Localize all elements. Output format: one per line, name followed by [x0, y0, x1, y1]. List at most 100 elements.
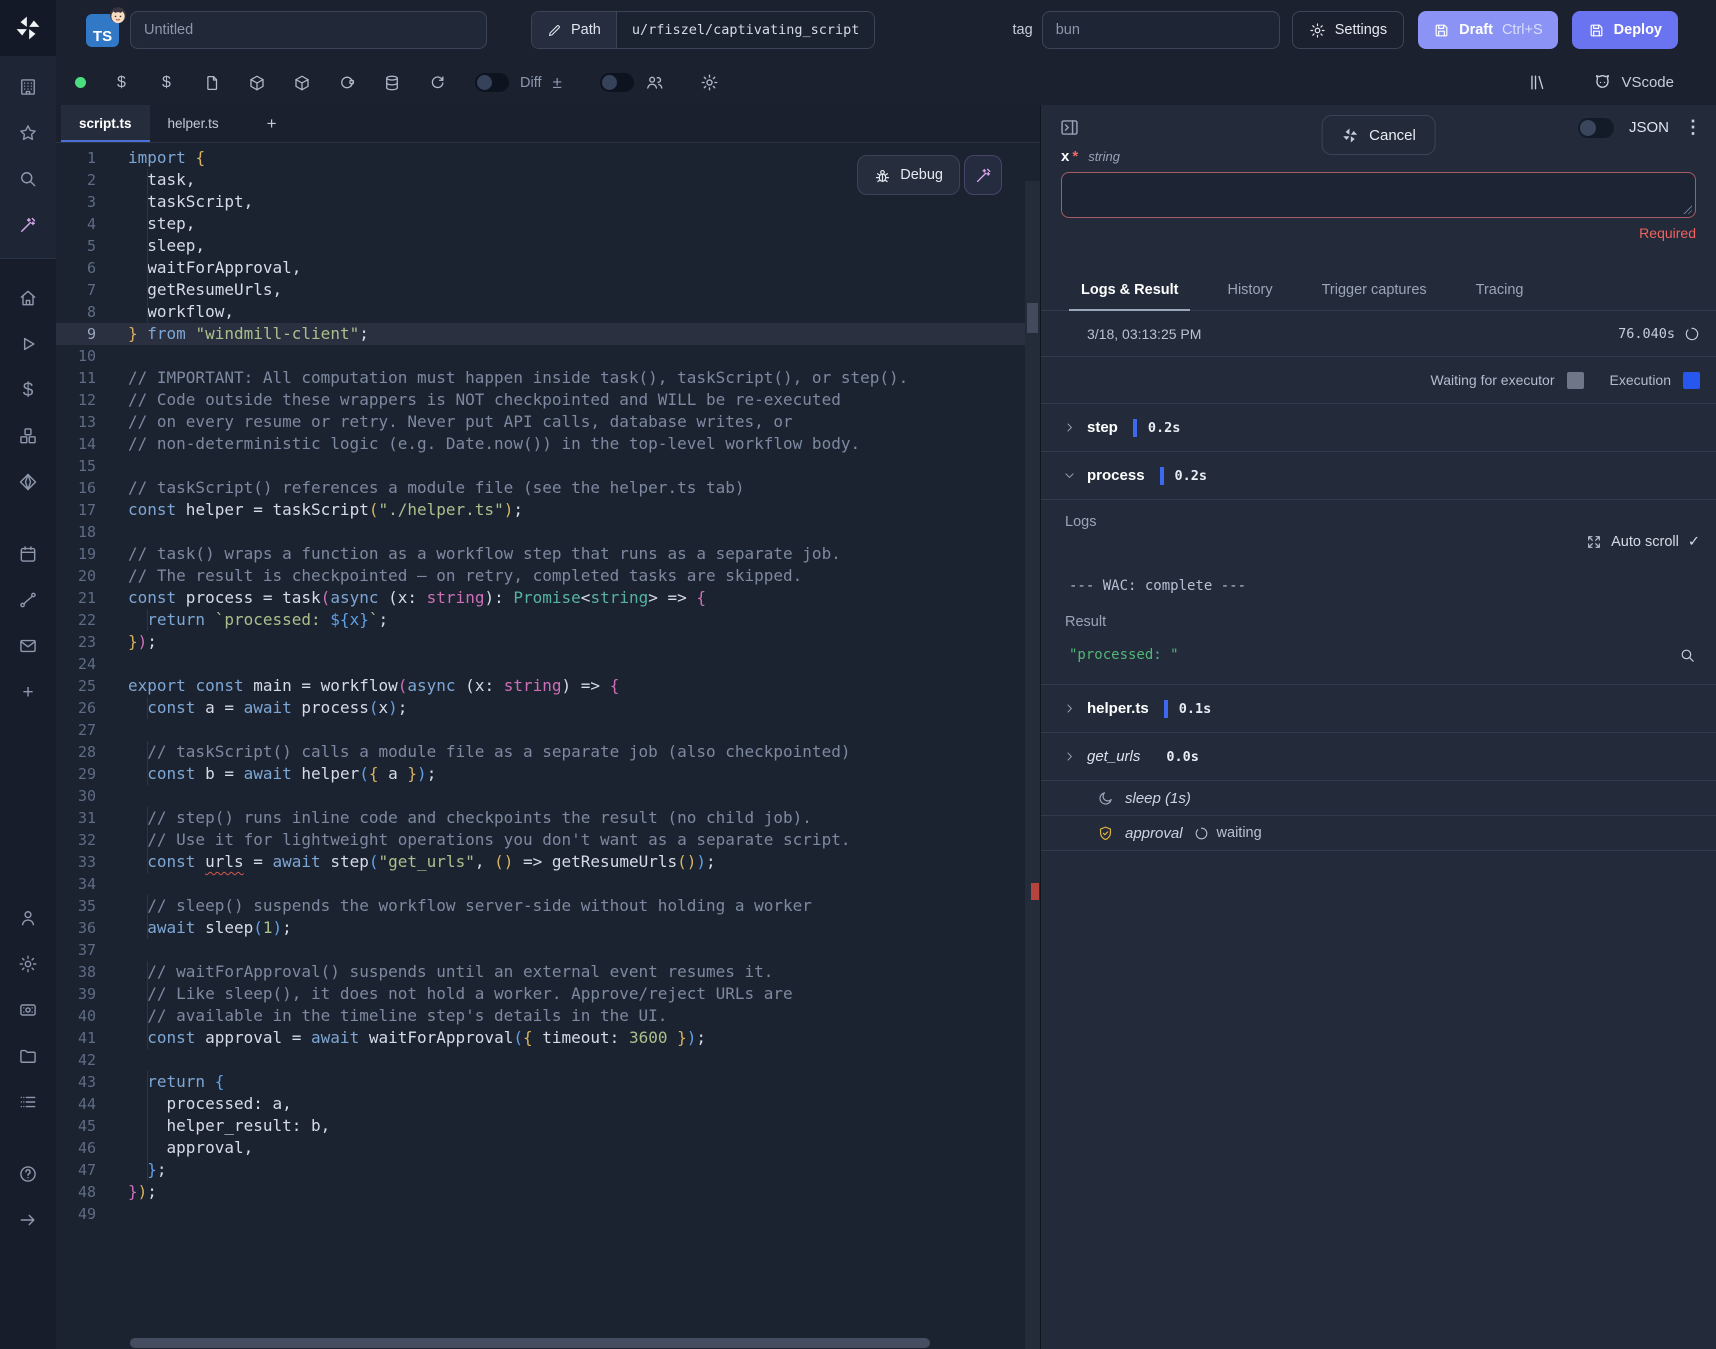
- code-line-49[interactable]: 49: [56, 1203, 1040, 1225]
- code-line-46[interactable]: 46 approval,: [56, 1137, 1040, 1159]
- sidebar-item-runs-play[interactable]: [10, 333, 46, 355]
- sidebar-item-resources-boxes[interactable]: [10, 425, 46, 447]
- x-input-textarea[interactable]: [1061, 172, 1696, 218]
- path-group[interactable]: Path u/rfiszel/captivating_script: [531, 11, 875, 49]
- code-line-28[interactable]: 28 // taskScript() calls a module file a…: [56, 741, 1040, 763]
- sidebar-item-folders[interactable]: [10, 1045, 46, 1067]
- code-line-10[interactable]: 10: [56, 345, 1040, 367]
- deploy-button[interactable]: Deploy: [1572, 11, 1678, 49]
- scrollbar-thumb[interactable]: [1027, 303, 1038, 333]
- run-summary-row[interactable]: 3/18, 03:13:25 PM 76.040s: [1041, 311, 1716, 357]
- dollar-icon[interactable]: $: [99, 74, 144, 92]
- sidebar-item-home[interactable]: [10, 287, 46, 309]
- sidebar-item-create-plus[interactable]: +: [10, 681, 46, 703]
- timeline-step-step[interactable]: step0.2s: [1041, 404, 1716, 452]
- editor-horizontal-scrollbar[interactable]: [130, 1338, 930, 1348]
- refresh-icon[interactable]: [414, 74, 459, 92]
- code-line-29[interactable]: 29 const b = await helper({ a });: [56, 763, 1040, 785]
- sidebar-item-favorites-star[interactable]: [10, 122, 46, 144]
- code-line-19[interactable]: 19// task() wraps a function as a workfl…: [56, 543, 1040, 565]
- code-line-25[interactable]: 25export const main = workflow(async (x:…: [56, 675, 1040, 697]
- timeline-substep-sleeps[interactable]: sleep (1s): [1041, 781, 1716, 816]
- package-alt-icon[interactable]: [279, 74, 324, 92]
- code-line-24[interactable]: 24: [56, 653, 1040, 675]
- tag-input[interactable]: [1042, 11, 1280, 49]
- circle-notch-icon[interactable]: [324, 74, 369, 92]
- run-panel-tab-trigger-captures[interactable]: Trigger captures: [1320, 271, 1429, 310]
- code-line-42[interactable]: 42: [56, 1049, 1040, 1071]
- panel-collapse-icon[interactable]: [1059, 117, 1080, 138]
- code-line-17[interactable]: 17const helper = taskScript("./helper.ts…: [56, 499, 1040, 521]
- code-line-39[interactable]: 39 // Like sleep(), it does not hold a w…: [56, 983, 1040, 1005]
- code-line-20[interactable]: 20// The result is checkpointed — on ret…: [56, 565, 1040, 587]
- code-area[interactable]: 1import {2 task,3 taskScript,4 step,5 sl…: [56, 143, 1040, 1349]
- kebab-menu-icon[interactable]: ⋮: [1684, 117, 1698, 138]
- database-icon[interactable]: [369, 74, 414, 92]
- code-line-37[interactable]: 37: [56, 939, 1040, 961]
- code-line-11[interactable]: 11// IMPORTANT: All computation must hap…: [56, 367, 1040, 389]
- sidebar-item-workers-card[interactable]: [10, 999, 46, 1021]
- collab-toggle[interactable]: [600, 73, 634, 92]
- timeline-step-get_urls[interactable]: get_urls0.0s: [1041, 733, 1716, 781]
- code-line-13[interactable]: 13// on every resume or retry. Never put…: [56, 411, 1040, 433]
- sidebar-item-search[interactable]: [10, 168, 46, 190]
- timeline-step-helper.ts[interactable]: helper.ts0.1s: [1041, 685, 1716, 733]
- sidebar-item-schedules-calendar[interactable]: [10, 543, 46, 565]
- dollar-alt-icon[interactable]: $: [144, 74, 189, 92]
- code-line-38[interactable]: 38 // waitForApproval() suspends until a…: [56, 961, 1040, 983]
- run-panel-tab-history[interactable]: History: [1225, 271, 1274, 310]
- code-line-5[interactable]: 5 sleep,: [56, 235, 1040, 257]
- code-line-40[interactable]: 40 // available in the timeline step's d…: [56, 1005, 1040, 1027]
- library-icon[interactable]: [1528, 73, 1547, 92]
- code-line-22[interactable]: 22 return `processed: ${x}`;: [56, 609, 1040, 631]
- expand-icon[interactable]: [1586, 534, 1602, 550]
- code-line-4[interactable]: 4 step,: [56, 213, 1040, 235]
- diff-plusminus-icon[interactable]: ±: [553, 73, 562, 93]
- result-search-icon[interactable]: [1672, 640, 1702, 670]
- diff-toggle[interactable]: [475, 73, 509, 92]
- tab-script.ts[interactable]: script.ts: [61, 105, 150, 142]
- code-line-9[interactable]: 9} from "windmill-client";: [56, 323, 1040, 345]
- settings-button[interactable]: Settings: [1292, 11, 1404, 49]
- sidebar-item-workspace-building[interactable]: [10, 76, 46, 98]
- editor-settings-gear-icon[interactable]: [700, 73, 719, 92]
- sidebar-item-assets-diamond[interactable]: [10, 471, 46, 493]
- code-line-6[interactable]: 6 waitForApproval,: [56, 257, 1040, 279]
- script-name-input[interactable]: [130, 11, 487, 49]
- code-line-45[interactable]: 45 helper_result: b,: [56, 1115, 1040, 1137]
- code-line-8[interactable]: 8 workflow,: [56, 301, 1040, 323]
- autoscroll-control[interactable]: Auto scroll ✓: [1041, 534, 1716, 550]
- run-panel-tab-tracing[interactable]: Tracing: [1474, 271, 1526, 310]
- code-line-48[interactable]: 48});: [56, 1181, 1040, 1203]
- ai-wand-button[interactable]: [964, 155, 1002, 195]
- code-line-7[interactable]: 7 getResumeUrls,: [56, 279, 1040, 301]
- code-line-47[interactable]: 47 };: [56, 1159, 1040, 1181]
- code-line-44[interactable]: 44 processed: a,: [56, 1093, 1040, 1115]
- sidebar-item-triggers-mail[interactable]: [10, 635, 46, 657]
- code-line-36[interactable]: 36 await sleep(1);: [56, 917, 1040, 939]
- add-tab-button[interactable]: +: [251, 105, 293, 142]
- code-line-31[interactable]: 31 // step() runs inline code and checkp…: [56, 807, 1040, 829]
- cancel-button[interactable]: Cancel: [1321, 115, 1436, 155]
- timeline-substep-approval[interactable]: approvalwaiting: [1041, 816, 1716, 851]
- editor-vertical-scrollbar[interactable]: [1025, 181, 1040, 1349]
- sidebar-item-help[interactable]: [10, 1163, 46, 1185]
- sidebar-item-apps-grid[interactable]: [10, 1091, 46, 1113]
- sidebar-item-variables-dollar[interactable]: $: [10, 379, 46, 401]
- code-line-34[interactable]: 34: [56, 873, 1040, 895]
- code-line-21[interactable]: 21const process = task(async (x: string)…: [56, 587, 1040, 609]
- sidebar-item-workspace-settings-gear[interactable]: [10, 953, 46, 975]
- code-line-15[interactable]: 15: [56, 455, 1040, 477]
- sidebar-item-collapse-sidebar-arrow[interactable]: [10, 1209, 46, 1231]
- vscode-button[interactable]: VScode: [1593, 73, 1674, 92]
- code-line-27[interactable]: 27: [56, 719, 1040, 741]
- code-line-16[interactable]: 16// taskScript() references a module fi…: [56, 477, 1040, 499]
- path-edit-button[interactable]: Path: [532, 12, 616, 48]
- file-icon[interactable]: [189, 74, 234, 92]
- windmill-logo[interactable]: [0, 0, 56, 56]
- code-line-32[interactable]: 32 // Use it for lightweight operations …: [56, 829, 1040, 851]
- code-line-23[interactable]: 23});: [56, 631, 1040, 653]
- tab-helper.ts[interactable]: helper.ts: [150, 105, 237, 142]
- package-icon[interactable]: [234, 74, 279, 92]
- code-line-35[interactable]: 35 // sleep() suspends the workflow serv…: [56, 895, 1040, 917]
